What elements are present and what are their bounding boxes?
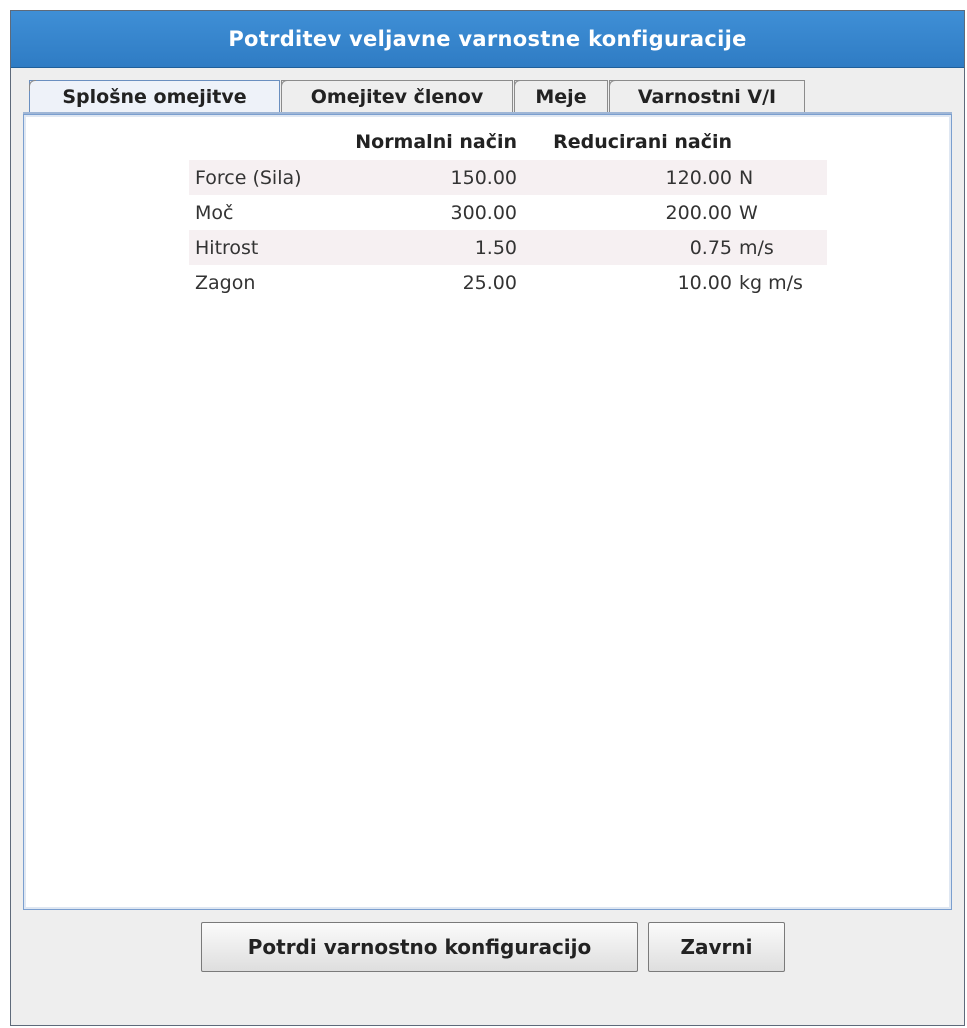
reduced-value: 0.75 [517, 230, 732, 265]
close-button[interactable]: Zavrni [648, 922, 785, 972]
normal-value: 150.00 [317, 160, 517, 195]
unit-label: W [739, 201, 758, 224]
table-row: Force (Sila) 150.00 120.00 N [189, 160, 827, 195]
unit-label: N [732, 160, 827, 195]
table-row: Moč 300.00 200.00 W [189, 195, 827, 230]
header-unit [732, 123, 827, 160]
unit-label: kg m/s [739, 271, 803, 294]
normal-value: 1.50 [317, 230, 517, 265]
row-label: Zagon [195, 271, 256, 294]
row-label: Moč [195, 201, 234, 224]
tab-content-panel: Normalni način Reducirani način Force (S… [23, 114, 952, 910]
limits-table: Normalni način Reducirani način Force (S… [189, 123, 827, 300]
dialog-title: Potrditev veljavne varnostne konfiguraci… [11, 11, 964, 68]
reduced-value: 200.00 [665, 201, 732, 224]
unit-label: m/s [732, 230, 827, 265]
table-header-row: Normalni način Reducirani način [189, 123, 827, 160]
confirm-config-button[interactable]: Potrdi varnostno konfiguracijo [201, 922, 638, 972]
reduced-value: 10.00 [677, 271, 732, 294]
header-name [189, 123, 317, 160]
tab-general-limits[interactable]: Splošne omejitve [29, 80, 280, 112]
normal-value: 300.00 [450, 201, 517, 224]
table-row: Zagon 25.00 10.00 kg m/s [189, 265, 827, 300]
confirm-safety-config-dialog: Potrditev veljavne varnostne konfiguraci… [10, 10, 965, 1026]
header-normal-mode: Normalni način [355, 130, 517, 153]
header-reduced-mode: Reducirani način [553, 130, 732, 153]
tab-safety-io[interactable]: Varnostni V/I [609, 80, 805, 112]
row-label: Force (Sila) [189, 160, 317, 195]
tab-joint-limits[interactable]: Omejitev členov [281, 80, 513, 112]
normal-value: 25.00 [462, 271, 517, 294]
table-row: Hitrost 1.50 0.75 m/s [189, 230, 827, 265]
row-label: Hitrost [189, 230, 317, 265]
tab-boundaries[interactable]: Meje [514, 80, 608, 112]
reduced-value: 120.00 [517, 160, 732, 195]
